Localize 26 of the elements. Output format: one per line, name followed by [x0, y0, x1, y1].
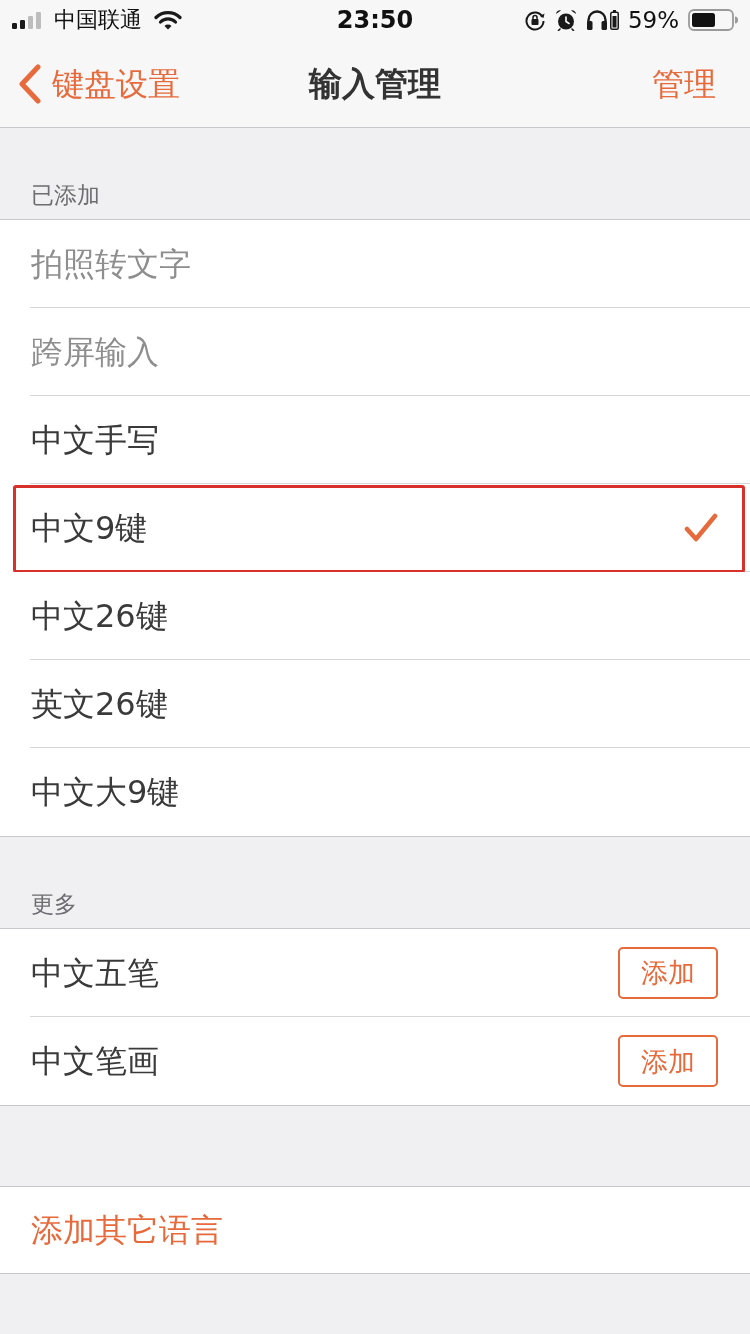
- section-header: 已添加: [31, 184, 100, 207]
- clock-time: 23:50: [336, 8, 414, 32]
- headphones-icon: [585, 10, 608, 30]
- input-method-name: 中文笔画: [31, 1045, 159, 1077]
- battery-percentage: 59%: [627, 8, 679, 32]
- rotation-lock-icon: [523, 9, 546, 31]
- wifi-icon: [154, 10, 182, 30]
- input-method-option[interactable]: 英文26键: [31, 687, 168, 720]
- add-other-language-link[interactable]: 添加其它语言: [31, 1214, 223, 1246]
- add-button[interactable]: 添加: [618, 946, 718, 999]
- section-header: 更多: [31, 893, 77, 916]
- back-chevron-icon: [18, 63, 42, 104]
- manage-button[interactable]: 管理: [652, 67, 716, 100]
- battery-icon: [688, 9, 738, 31]
- alarm-clock-icon: [554, 9, 577, 31]
- back-button[interactable]: 键盘设置: [18, 63, 180, 104]
- input-method-name: 中文五笔: [31, 956, 159, 989]
- signal-icon: [12, 11, 42, 29]
- page-title: 输入管理: [309, 67, 441, 100]
- add-button[interactable]: 添加: [618, 1035, 718, 1087]
- headphone-battery-icon: [609, 10, 619, 30]
- carrier-name: 中国联通: [54, 9, 142, 31]
- input-method-option[interactable]: 中文大9键: [31, 776, 180, 808]
- input-method-option[interactable]: 中文26键: [31, 599, 168, 632]
- input-method-option[interactable]: 中文9键: [31, 511, 148, 544]
- input-method-option[interactable]: 中文手写: [31, 423, 159, 456]
